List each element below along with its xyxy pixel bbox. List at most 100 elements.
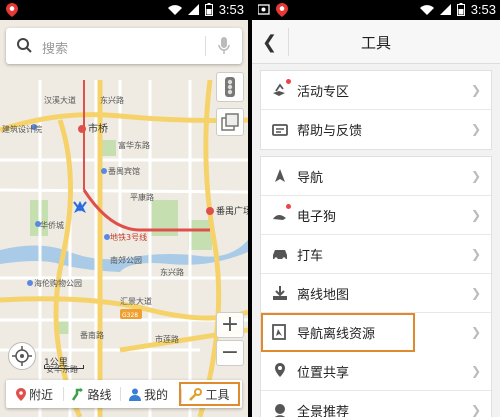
tab-label: 路线 — [87, 387, 112, 402]
search-placeholder: 搜索 — [42, 42, 69, 57]
chevron-right-icon: ❯ — [470, 83, 481, 97]
map-label: 富华东路 — [118, 140, 150, 150]
zoom-out-label: − — [220, 340, 240, 365]
battery-icon — [456, 3, 465, 16]
chat-icon — [271, 121, 289, 139]
map-view[interactable]: 汉溪大道 东兴路 市桥 建筑设计院 富华东路 番禺宾馆 平康路 华侨城 地铁3号… — [0, 20, 248, 417]
traffic-button[interactable] — [216, 72, 244, 102]
traffic-light-icon — [225, 77, 235, 97]
status-time: 3:53 — [470, 2, 496, 17]
list-item-activity[interactable]: 活动专区 ❯ — [261, 71, 491, 110]
gift-icon — [271, 79, 291, 99]
chevron-right-icon: ❯ — [470, 247, 481, 261]
zoom-out-button[interactable]: − — [216, 340, 244, 366]
badge-dot — [286, 204, 291, 209]
list-item-label: 导航 — [297, 170, 324, 186]
status-bar: 3:53 — [0, 0, 248, 20]
tab-label: 我的 — [143, 387, 168, 402]
list-item-offline-map[interactable]: 离线地图 ❯ — [261, 274, 491, 313]
mic-icon[interactable] — [218, 36, 230, 56]
list-item-help[interactable]: 帮助与反馈 ❯ — [261, 110, 491, 149]
list-item-offline-nav-resources[interactable]: 导航离线资源 ❯ — [261, 313, 481, 352]
chevron-right-icon: ❯ — [470, 122, 481, 136]
wifi-icon — [419, 4, 434, 15]
list-item-label: 全景推荐 — [297, 405, 350, 417]
list-item-label: 帮助与反馈 — [297, 124, 363, 139]
tools-group-2: 导航 ❯ 电子狗 ❯ 打车 ❯ 离线地图 ❯ 导航离线资源 ❯ 位置共享 ❯ 全… — [260, 156, 492, 417]
map-label: 平康路 — [130, 192, 154, 202]
status-bar: 3:53 — [252, 0, 500, 20]
map-label: 番南路 — [80, 330, 104, 340]
person-icon — [128, 388, 141, 401]
map-app-icon — [276, 3, 288, 17]
map-label: 地铁3号线 — [110, 232, 147, 242]
list-item-label: 电子狗 — [297, 209, 337, 225]
battery-icon — [204, 3, 213, 16]
download-icon — [271, 284, 289, 302]
map-label: 东兴路 — [160, 267, 184, 277]
pin-icon — [15, 387, 26, 401]
locate-icon — [12, 346, 32, 366]
wifi-icon — [167, 4, 182, 15]
tools-group-1: 活动专区 ❯ 帮助与反馈 ❯ — [260, 70, 492, 150]
chevron-right-icon: ❯ — [470, 325, 481, 339]
location-share-icon — [271, 362, 289, 380]
scale-bar — [44, 365, 84, 369]
search-bar[interactable]: 搜索 — [6, 28, 242, 64]
map-label: 建筑设计院 — [2, 124, 42, 134]
zoom-in-label: + — [220, 312, 240, 337]
chevron-right-icon: ❯ — [470, 364, 481, 378]
map-label: 市莲路 — [155, 334, 179, 344]
list-item-e-dog[interactable]: 电子狗 ❯ — [261, 196, 491, 235]
list-item-label: 打车 — [297, 248, 324, 264]
search-divider — [205, 36, 206, 56]
map-label: 汉溪大道 — [44, 95, 76, 105]
navigation-arrow-icon — [271, 167, 289, 185]
map-screen: 3:53 汉溪大道 东兴路 市桥 建筑设计院 富华东路 番禺宾馆 平康路 华侨城… — [0, 0, 248, 417]
tab-label: 工具 — [205, 387, 230, 402]
tab-route[interactable]: 路线 — [63, 382, 120, 406]
map-label: 海伦购物公园 — [34, 278, 82, 288]
page-title: 工具 — [360, 34, 391, 52]
locate-button[interactable] — [8, 342, 36, 370]
list-item-label: 离线地图 — [297, 287, 350, 303]
status-time: 3:53 — [218, 2, 244, 17]
list-item-taxi[interactable]: 打车 ❯ — [261, 235, 491, 274]
chevron-right-icon: ❯ — [470, 208, 481, 222]
map-label: 东兴路 — [100, 95, 124, 105]
layers-button[interactable] — [216, 108, 244, 136]
bottom-tab-bar: 附近 路线 我的 工具 — [6, 380, 242, 408]
tab-label: 附近 — [28, 387, 53, 402]
map-label: G328 — [122, 312, 138, 319]
zoom-in-button[interactable]: + — [216, 312, 244, 338]
list-item-navigation[interactable]: 导航 ❯ — [261, 157, 491, 196]
car-icon — [271, 245, 289, 263]
list-item-label: 位置共享 — [297, 365, 350, 381]
list-item-location-share[interactable]: 位置共享 ❯ — [261, 352, 491, 391]
badge-dot — [286, 79, 291, 84]
map-label: 番禺广场 — [216, 205, 248, 217]
map-label: 汇景大道 — [120, 296, 152, 306]
dog-icon — [271, 204, 291, 224]
map-label: 华侨城 — [40, 220, 64, 230]
map-canvas: 汉溪大道 东兴路 市桥 建筑设计院 富华东路 番禺宾馆 平康路 华侨城 地铁3号… — [0, 79, 248, 417]
chevron-right-icon: ❯ — [470, 169, 481, 183]
chevron-right-icon: ❯ — [470, 286, 481, 300]
signal-icon — [187, 4, 199, 15]
offline-nav-icon — [271, 323, 289, 341]
list-item-label: 活动专区 — [297, 84, 350, 100]
map-label: 南郊公园 — [110, 255, 142, 265]
tab-tools[interactable]: 工具 — [179, 382, 240, 406]
search-icon — [17, 38, 32, 53]
signal-icon — [439, 4, 451, 15]
screenshot-icon — [258, 4, 270, 15]
tab-mine[interactable]: 我的 — [120, 382, 177, 406]
list-item-panorama[interactable]: 全景推荐 ❯ — [261, 391, 491, 417]
map-scale: 1公里 — [44, 355, 84, 369]
map-label: 市桥 — [88, 122, 108, 135]
route-icon — [72, 387, 84, 401]
map-label: 番禺宾馆 — [108, 166, 140, 176]
tools-screen: 3:53 ❮ 工具 活动专区 ❯ 帮助与反馈 ❯ 导航 ❯ 电子狗 ❯ 打车 ❯… — [252, 0, 500, 417]
tab-nearby[interactable]: 附近 — [6, 382, 63, 406]
map-app-icon — [6, 3, 18, 17]
